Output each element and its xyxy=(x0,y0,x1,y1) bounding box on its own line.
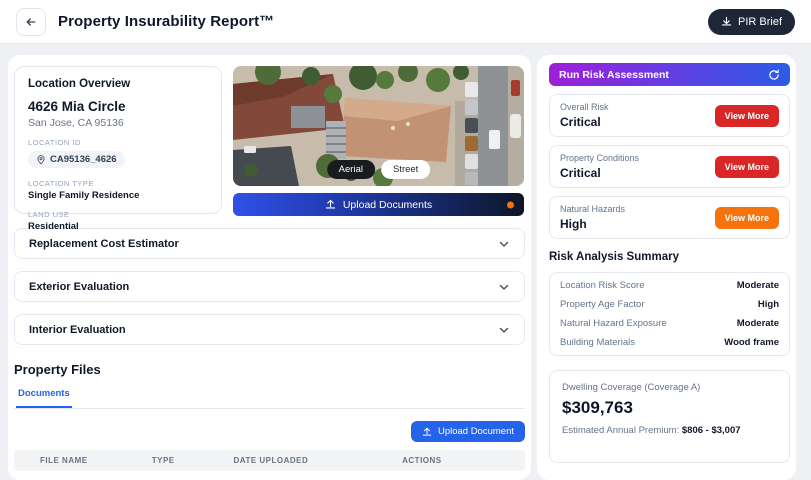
aerial-map[interactable]: Aerial Street xyxy=(233,66,524,186)
summary-value: Moderate xyxy=(737,280,779,291)
location-id-label: LOCATION ID xyxy=(28,138,208,147)
upload-document-button[interactable]: Upload Document xyxy=(411,421,525,442)
view-more-button[interactable]: View More xyxy=(715,207,779,229)
download-icon xyxy=(721,16,732,27)
upload-icon xyxy=(422,427,432,437)
risk-value: Critical xyxy=(560,115,609,129)
map-view-toggle: Aerial Street xyxy=(327,160,431,179)
top-row: Location Overview 4626 Mia Circle San Jo… xyxy=(14,66,525,216)
chevron-down-icon xyxy=(498,324,510,336)
accordion-label: Interior Evaluation xyxy=(29,324,126,336)
dwelling-coverage-card: Dwelling Coverage (Coverage A) $309,763 … xyxy=(549,370,790,463)
summary-value: Wood frame xyxy=(724,337,779,348)
upload-documents-button[interactable]: Upload Documents xyxy=(233,193,524,216)
main-content: Location Overview 4626 Mia Circle San Jo… xyxy=(0,44,811,480)
col-actions: ACTIONS xyxy=(392,450,525,471)
risk-value: High xyxy=(560,217,625,231)
map-pin-icon xyxy=(36,155,46,165)
documents-table-header: FILE NAME TYPE DATE UPLOADED ACTIONS xyxy=(14,450,525,471)
pir-brief-label: PIR Brief xyxy=(738,16,782,28)
location-overview-title: Location Overview xyxy=(28,78,208,90)
property-city: San Jose, CA 95136 xyxy=(28,117,208,129)
upload-icon xyxy=(325,199,336,210)
summary-value: High xyxy=(758,299,779,310)
summary-row: Location Risk Score Moderate xyxy=(550,276,789,295)
risk-value: Critical xyxy=(560,166,639,180)
upload-document-row: Upload Document xyxy=(14,421,525,442)
summary-label: Property Age Factor xyxy=(560,299,644,310)
view-more-button[interactable]: View More xyxy=(715,105,779,127)
col-type: TYPE xyxy=(142,450,224,471)
chevron-down-icon xyxy=(498,281,510,293)
tab-documents[interactable]: Documents xyxy=(16,388,72,408)
summary-row: Property Age Factor High xyxy=(550,295,789,314)
premium-label: Estimated Annual Premium: xyxy=(562,425,679,436)
location-id-value: CA95136_4626 xyxy=(50,154,117,165)
col-date-uploaded: DATE UPLOADED xyxy=(224,450,393,471)
summary-row: Building Materials Wood frame xyxy=(550,333,789,352)
summary-value: Moderate xyxy=(737,318,779,329)
land-use-label: LAND USE xyxy=(28,210,208,219)
risk-analysis-summary-card: Location Risk Score Moderate Property Ag… xyxy=(549,272,790,356)
location-type-value: Single Family Residence xyxy=(28,190,208,201)
summary-label: Building Materials xyxy=(560,337,635,348)
col-file-name: FILE NAME xyxy=(14,450,142,471)
empty-row: No documents uploaded yet. xyxy=(14,471,525,480)
property-address: 4626 Mia Circle xyxy=(28,99,208,114)
notification-dot xyxy=(507,201,514,208)
risk-card-overall: Overall Risk Critical View More xyxy=(549,94,790,137)
accordion-interior-evaluation[interactable]: Interior Evaluation xyxy=(14,314,525,345)
pir-brief-button[interactable]: PIR Brief xyxy=(708,9,795,35)
land-use-value: Residential xyxy=(28,221,208,232)
risk-card-natural-hazards: Natural Hazards High View More xyxy=(549,196,790,239)
risk-card-property-conditions: Property Conditions Critical View More xyxy=(549,145,790,188)
coverage-amount: $309,763 xyxy=(562,398,777,418)
location-type-label: LOCATION TYPE xyxy=(28,179,208,188)
risk-label: Natural Hazards xyxy=(560,204,625,214)
street-toggle-button[interactable]: Street xyxy=(381,160,430,179)
summary-row: Natural Hazard Exposure Moderate xyxy=(550,314,789,333)
empty-message: No documents uploaded yet. xyxy=(14,471,525,480)
view-more-button[interactable]: View More xyxy=(715,156,779,178)
run-risk-assessment-button[interactable]: Run Risk Assessment xyxy=(549,63,790,86)
aerial-toggle-button[interactable]: Aerial xyxy=(327,160,375,179)
back-button[interactable] xyxy=(16,8,46,36)
chevron-down-icon xyxy=(498,238,510,250)
property-files-title: Property Files xyxy=(14,362,525,377)
refresh-icon xyxy=(768,69,780,81)
run-risk-assessment-label: Run Risk Assessment xyxy=(559,69,669,81)
summary-label: Location Risk Score xyxy=(560,280,644,291)
risk-label: Overall Risk xyxy=(560,102,609,112)
risk-label: Property Conditions xyxy=(560,153,639,163)
map-column: Aerial Street Upload Documents xyxy=(233,66,524,216)
accordion-exterior-evaluation[interactable]: Exterior Evaluation xyxy=(14,271,525,302)
page-title: Property Insurability Report™ xyxy=(58,13,274,30)
location-id-badge: CA95136_4626 xyxy=(28,151,125,168)
property-files-tabs: Documents xyxy=(14,388,525,409)
left-panel: Location Overview 4626 Mia Circle San Jo… xyxy=(8,55,531,480)
map-control[interactable] xyxy=(510,114,521,138)
risk-panel: Run Risk Assessment Overall Risk Critica… xyxy=(537,55,796,480)
accordion-replacement-cost-estimator[interactable]: Replacement Cost Estimator xyxy=(14,228,525,259)
app-header: Property Insurability Report™ PIR Brief xyxy=(0,0,811,44)
location-overview-card: Location Overview 4626 Mia Circle San Jo… xyxy=(14,66,222,214)
premium-value: $806 - $3,007 xyxy=(682,425,741,436)
coverage-label: Dwelling Coverage (Coverage A) xyxy=(562,382,777,393)
documents-table: FILE NAME TYPE DATE UPLOADED ACTIONS No … xyxy=(14,450,525,480)
summary-label: Natural Hazard Exposure xyxy=(560,318,667,329)
accordion-label: Replacement Cost Estimator xyxy=(29,238,179,250)
upload-document-label: Upload Document xyxy=(438,426,514,437)
premium-line: Estimated Annual Premium: $806 - $3,007 xyxy=(562,425,777,436)
arrow-left-icon xyxy=(25,16,37,28)
risk-analysis-summary-title: Risk Analysis Summary xyxy=(549,251,790,263)
accordion-label: Exterior Evaluation xyxy=(29,281,129,293)
upload-documents-label: Upload Documents xyxy=(343,199,432,211)
